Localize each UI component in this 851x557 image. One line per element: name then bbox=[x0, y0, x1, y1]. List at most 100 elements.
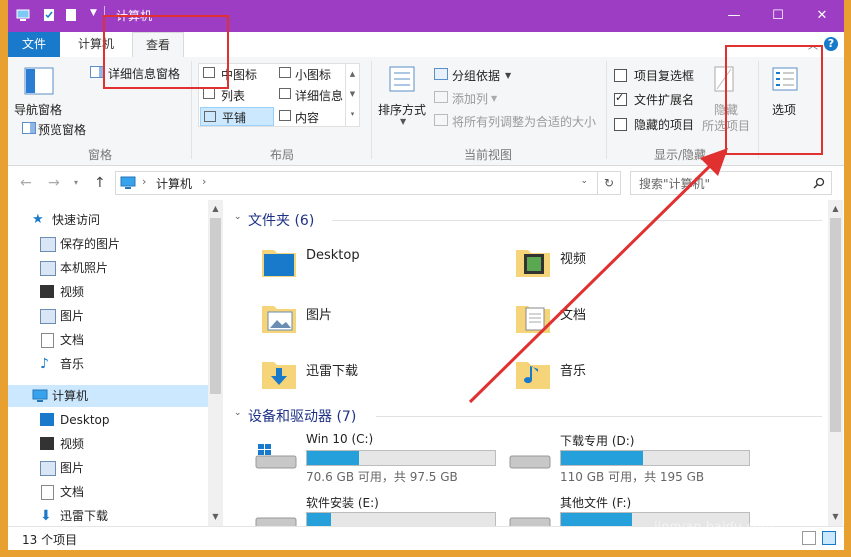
nav-label: 快速访问 bbox=[52, 213, 101, 227]
sort-by-button[interactable]: 排序方式 bbox=[378, 101, 426, 118]
folder-videos[interactable]: 视频 bbox=[514, 238, 734, 286]
search-placeholder: 搜索"计算机" bbox=[639, 177, 711, 191]
drive-c[interactable]: Win 10 (C:) 70.6 GB 可用，共 97.5 GB bbox=[254, 432, 514, 484]
scroll-up-icon[interactable]: ▲ bbox=[828, 202, 843, 216]
nav-item-thunder-download[interactable]: ⬇ 迅雷下载 bbox=[8, 505, 208, 527]
breadcrumb-chevron-icon[interactable]: › bbox=[202, 175, 206, 188]
content-scrollbar[interactable]: ▲ ▼ bbox=[828, 200, 843, 526]
nav-label: 文档 bbox=[60, 333, 85, 347]
search-input[interactable]: 搜索"计算机" bbox=[630, 171, 832, 195]
watermark-logo: Bai经验 bbox=[680, 476, 779, 506]
breadcrumb-chevron-icon[interactable]: › bbox=[142, 175, 146, 188]
search-icon[interactable] bbox=[813, 177, 825, 189]
sort-dropdown-icon[interactable]: ▼ bbox=[400, 117, 406, 126]
nav-item-camera-roll[interactable]: 本机照片 bbox=[8, 257, 208, 279]
nav-item-saved-pictures[interactable]: 保存的图片 bbox=[8, 233, 208, 255]
scroll-down-icon[interactable]: ▼ bbox=[208, 510, 223, 524]
folder-pictures[interactable]: 图片 bbox=[260, 294, 480, 342]
address-dropdown-icon[interactable]: ⌄ bbox=[580, 176, 588, 186]
back-arrow-icon[interactable]: ← bbox=[20, 175, 32, 191]
preview-pane-button[interactable]: 预览窗格 bbox=[38, 121, 86, 138]
fit-columns-button[interactable]: 将所有列调整为合适的大小 bbox=[452, 113, 596, 130]
group-by-dropdown-icon[interactable]: ▼ bbox=[505, 71, 511, 80]
video-folder-icon bbox=[40, 285, 54, 298]
forward-arrow-icon[interactable]: → bbox=[48, 175, 60, 191]
navigation-pane-button[interactable]: 导航窗格 bbox=[14, 101, 62, 118]
devices-section-header[interactable]: 设备和驱动器 (7) bbox=[248, 406, 356, 426]
list-icon bbox=[203, 88, 215, 99]
recent-locations-icon[interactable]: ▾ bbox=[74, 178, 78, 187]
nav-scroll-thumb[interactable] bbox=[210, 218, 221, 394]
folder-documents[interactable]: 文档 bbox=[514, 294, 734, 342]
add-column-dropdown-icon[interactable]: ▼ bbox=[491, 94, 497, 103]
folder-music[interactable]: 音乐 bbox=[514, 350, 734, 398]
file-extensions-checkbox[interactable] bbox=[614, 91, 627, 106]
nav-item-videos[interactable]: 视频 bbox=[8, 281, 208, 303]
drive-usage-bar bbox=[306, 450, 496, 466]
nav-label: 音乐 bbox=[60, 357, 85, 371]
properties-icon[interactable] bbox=[42, 8, 56, 22]
group-by-button[interactable]: 分组依据 bbox=[452, 67, 500, 84]
nav-item-documents[interactable]: 文档 bbox=[8, 329, 208, 351]
nav-item-this-pc[interactable]: 计算机 bbox=[8, 385, 208, 407]
nav-item-pc-videos[interactable]: 视频 bbox=[8, 433, 208, 455]
quick-access-dropdown-icon[interactable]: ▼ bbox=[90, 8, 97, 18]
folders-section-header[interactable]: 文件夹 (6) bbox=[248, 210, 314, 230]
star-icon: ★ bbox=[32, 212, 44, 227]
item-checkboxes-checkbox[interactable] bbox=[614, 69, 627, 82]
folder-label: 迅雷下载 bbox=[306, 364, 359, 379]
watermark-url: jingyan.baidu.com bbox=[654, 520, 774, 535]
layout-list[interactable]: 列表 bbox=[221, 87, 245, 104]
layout-tiles: 平铺 bbox=[222, 111, 247, 125]
sort-by-icon[interactable] bbox=[388, 65, 416, 95]
nav-quick-access[interactable]: ★ 快速访问 bbox=[8, 209, 208, 231]
group-separator bbox=[371, 61, 372, 159]
music-note-icon: ♪ bbox=[40, 356, 49, 372]
details-view-icon[interactable] bbox=[802, 531, 816, 545]
item-count: 13 个项目 bbox=[22, 533, 78, 547]
chevron-down-icon[interactable]: ⌄ bbox=[234, 212, 242, 222]
nav-item-pc-documents[interactable]: 文档 bbox=[8, 481, 208, 503]
layout-gallery-scroll[interactable]: ▲ ▼ ▾ bbox=[345, 64, 359, 126]
refresh-icon[interactable]: ↻ bbox=[597, 172, 620, 194]
folder-thunder-download[interactable]: 迅雷下载 bbox=[260, 350, 480, 398]
layout-tiles-selected[interactable]: 平铺 bbox=[200, 107, 274, 126]
minimize-button[interactable]: — bbox=[712, 0, 756, 32]
layout-details[interactable]: 详细信息 bbox=[295, 87, 343, 104]
picture-folder-icon bbox=[40, 261, 56, 276]
scroll-down-icon[interactable]: ▼ bbox=[828, 510, 843, 524]
close-button[interactable]: ✕ bbox=[800, 0, 844, 32]
content-icon bbox=[279, 110, 291, 121]
panes-group-label: 窗格 bbox=[88, 148, 113, 162]
folder-label: Desktop bbox=[306, 248, 360, 263]
nav-scrollbar[interactable]: ▲ ▼ bbox=[208, 200, 223, 526]
nav-item-pc-pictures[interactable]: 图片 bbox=[8, 457, 208, 479]
large-icons-view-icon[interactable] bbox=[822, 531, 836, 545]
add-column-button[interactable]: 添加列 bbox=[452, 90, 488, 107]
layout-small-icons[interactable]: 小图标 bbox=[295, 66, 331, 83]
help-icon[interactable]: ? bbox=[824, 37, 838, 51]
up-arrow-icon[interactable]: ↑ bbox=[94, 175, 106, 191]
nav-item-pictures[interactable]: 图片 bbox=[8, 305, 208, 327]
group-by-icon bbox=[434, 68, 448, 80]
nav-item-desktop[interactable]: Desktop bbox=[8, 409, 208, 431]
folder-desktop[interactable]: Desktop bbox=[260, 238, 480, 286]
drive-name: 软件安装 (E:) bbox=[306, 496, 379, 510]
navigation-pane-icon[interactable] bbox=[24, 67, 54, 95]
drive-name: Win 10 (C:) bbox=[306, 432, 374, 446]
breadcrumb-computer[interactable]: 计算机 bbox=[156, 175, 192, 192]
picture-folder-icon bbox=[40, 309, 56, 324]
nav-item-music[interactable]: ♪ 音乐 bbox=[8, 353, 208, 375]
tab-file[interactable]: 文件 bbox=[8, 32, 60, 57]
hidden-items-checkbox[interactable] bbox=[614, 118, 627, 131]
content-scroll-thumb[interactable] bbox=[830, 218, 841, 432]
folder-label: 视频 bbox=[560, 252, 587, 267]
maximize-button[interactable]: ☐ bbox=[756, 0, 800, 32]
scroll-up-icon[interactable]: ▲ bbox=[208, 202, 223, 216]
drive-usage-fill bbox=[561, 451, 643, 465]
chevron-down-icon[interactable]: ⌄ bbox=[234, 408, 242, 418]
layout-content[interactable]: 内容 bbox=[295, 109, 319, 126]
section-divider bbox=[332, 220, 822, 221]
new-folder-icon[interactable] bbox=[64, 8, 78, 22]
address-bar[interactable]: › 计算机 › ⌄ ↻ bbox=[115, 171, 621, 195]
